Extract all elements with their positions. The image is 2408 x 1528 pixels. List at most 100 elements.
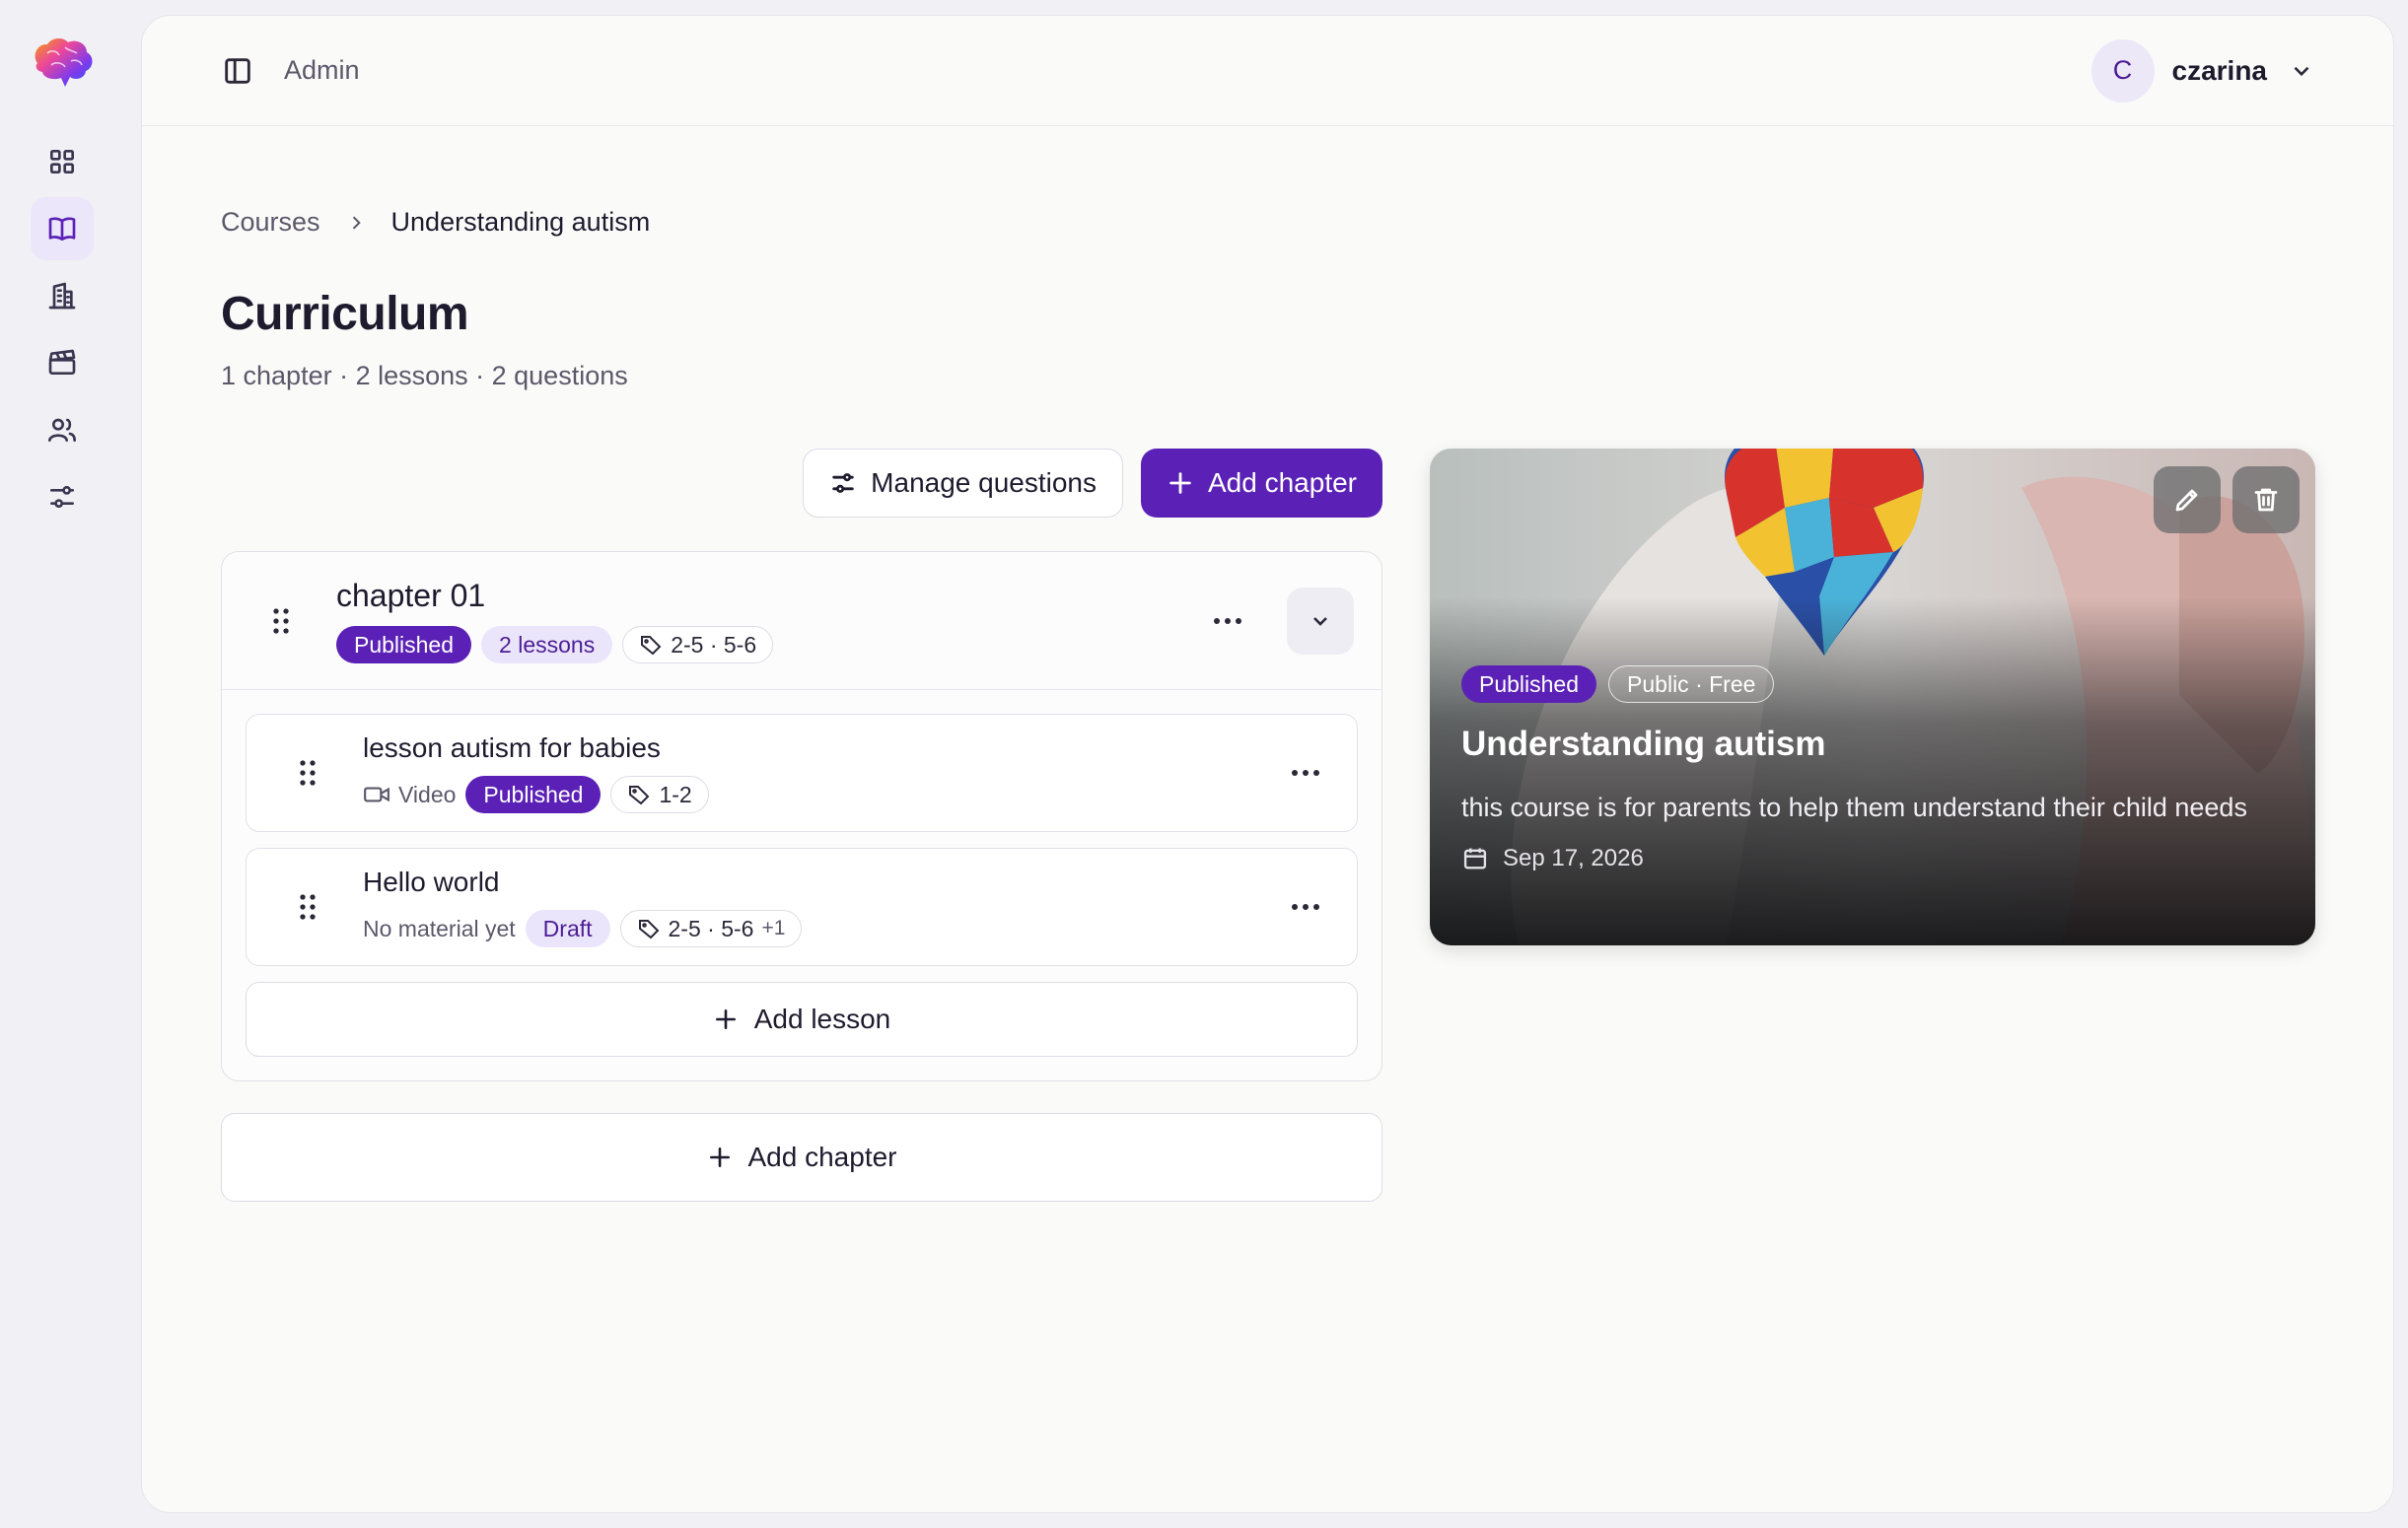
- lesson-drag-handle[interactable]: [296, 758, 319, 788]
- plus-icon: [1169, 472, 1191, 494]
- lesson-row[interactable]: Hello world No material yet Draft 2-5 · …: [246, 848, 1358, 966]
- nav-dashboard[interactable]: [31, 130, 94, 193]
- age-tag-label: 1-2: [659, 781, 692, 807]
- lesson-drag-handle[interactable]: [296, 892, 319, 922]
- course-card: Published Public · Free Understanding au…: [1430, 449, 2315, 945]
- breadcrumb-current: Understanding autism: [390, 207, 651, 237]
- lesson-material: Video: [363, 782, 456, 808]
- video-icon: [364, 787, 390, 802]
- brain-logo-icon[interactable]: [28, 34, 97, 91]
- manage-questions-label: Manage questions: [871, 467, 1097, 498]
- trash-icon: [2254, 488, 2278, 512]
- user-name: czarina: [2171, 54, 2268, 86]
- add-chapter-bottom-label: Add chapter: [747, 1142, 897, 1172]
- lesson-count-badge: 2 lessons: [481, 626, 613, 663]
- nav-organizations[interactable]: [31, 264, 94, 327]
- course-date-label: Sep 17, 2026: [1503, 845, 1644, 871]
- user-menu[interactable]: C czarina: [2090, 38, 2315, 103]
- chevron-down-icon: [1313, 616, 1327, 626]
- nav-users[interactable]: [31, 398, 94, 461]
- book-icon: [48, 217, 75, 241]
- drag-handle-icon: [300, 760, 316, 786]
- chevron-right-icon: [352, 215, 361, 230]
- chevron-down-icon: [2294, 66, 2309, 76]
- lesson-meta: Video Published 1-2: [363, 776, 709, 813]
- section-label: Admin: [284, 55, 360, 85]
- lesson-info: lesson autism for babies Video Published…: [363, 732, 709, 813]
- curriculum-summary: 1 chapter · 2 lessons · 2 questions: [221, 361, 628, 390]
- tag-icon: [641, 636, 662, 656]
- lesson-material-label: No material yet: [363, 915, 516, 941]
- more-horizontal-icon: [1214, 617, 1241, 624]
- course-visibility-badge: Public · Free: [1608, 665, 1775, 703]
- chapter-header: chapter 01 Published 2 lessons 2-5 · 5-6: [222, 552, 1381, 690]
- grid-icon: [49, 150, 74, 174]
- users-icon: [47, 418, 76, 442]
- more-horizontal-icon: [1292, 770, 1319, 776]
- status-badge: Published: [336, 626, 472, 663]
- lesson-title[interactable]: lesson autism for babies: [363, 732, 709, 764]
- chapter-more-button[interactable]: [1212, 617, 1243, 625]
- age-tag-label: 2-5 · 5-6: [671, 631, 757, 658]
- tag-icon: [629, 786, 650, 805]
- calendar-icon: [1463, 848, 1487, 869]
- age-tag-extra: +1: [761, 917, 786, 939]
- curriculum-column: Manage questions Add chapter chapter 01 …: [221, 449, 1382, 1202]
- building-icon: [48, 282, 75, 310]
- lesson-row[interactable]: lesson autism for babies Video Published…: [246, 714, 1358, 832]
- lesson-title[interactable]: Hello world: [363, 867, 802, 898]
- content: Courses Understanding autism Curriculum …: [221, 126, 2315, 1202]
- nav-media[interactable]: [31, 331, 94, 394]
- chapter-title[interactable]: chapter 01: [336, 578, 773, 614]
- delete-course-button[interactable]: [2232, 466, 2300, 533]
- add-chapter-bottom-button[interactable]: Add chapter: [221, 1113, 1382, 1202]
- page-title: Curriculum: [221, 288, 469, 340]
- breadcrumb-courses[interactable]: Courses: [221, 207, 320, 238]
- chapter-card: chapter 01 Published 2 lessons 2-5 · 5-6: [221, 551, 1382, 1081]
- plus-icon: [709, 1147, 730, 1167]
- chapter-drag-handle[interactable]: [269, 606, 293, 636]
- sidebar: [0, 0, 123, 1528]
- card-tools: [2154, 466, 2300, 533]
- nav-courses[interactable]: [30, 197, 94, 260]
- sidebar-toggle-button[interactable]: [221, 54, 254, 88]
- add-chapter-button[interactable]: Add chapter: [1141, 449, 1382, 518]
- card-body: Published Public · Free Understanding au…: [1461, 665, 2284, 872]
- course-date: Sep 17, 2026: [1461, 845, 2284, 872]
- top-bar: Admin C czarina: [142, 16, 2393, 126]
- chapter-collapse-button[interactable]: [1287, 587, 1354, 655]
- lesson-more-button[interactable]: [1290, 903, 1321, 911]
- drag-handle-icon: [300, 894, 316, 920]
- chapter-info: chapter 01 Published 2 lessons 2-5 · 5-6: [336, 578, 774, 663]
- avatar: C: [2090, 38, 2155, 103]
- age-tag-badge: 2-5 · 5-6 +1: [619, 910, 803, 947]
- lesson-info: Hello world No material yet Draft 2-5 · …: [363, 867, 803, 947]
- tag-icon: [638, 920, 659, 939]
- status-badge: Draft: [525, 910, 610, 947]
- main-panel: Admin C czarina Courses Understanding au…: [141, 15, 2394, 1513]
- lesson-more-button[interactable]: [1290, 769, 1321, 777]
- more-horizontal-icon: [1292, 904, 1319, 910]
- age-tag-badge: 1-2: [610, 776, 709, 813]
- age-tag-badge: 2-5 · 5-6: [622, 626, 774, 663]
- age-tag-label: 2-5 · 5-6: [668, 915, 754, 941]
- add-lesson-label: Add lesson: [753, 1004, 891, 1034]
- pencil-icon: [2175, 489, 2198, 512]
- chapter-tags: Published 2 lessons 2-5 · 5-6: [336, 626, 774, 663]
- add-lesson-button[interactable]: Add lesson: [246, 982, 1358, 1057]
- sliders-icon: [832, 473, 854, 493]
- manage-questions-button[interactable]: Manage questions: [803, 449, 1123, 518]
- status-badge: Published: [465, 776, 602, 813]
- plus-icon: [715, 1009, 736, 1029]
- lesson-material-label: Video: [398, 781, 457, 807]
- add-chapter-label: Add chapter: [1208, 467, 1357, 498]
- course-title: Understanding autism: [1461, 725, 1826, 763]
- course-description: this course is for parents to help them …: [1461, 793, 2247, 822]
- curriculum-actions: Manage questions Add chapter: [221, 449, 1382, 518]
- lesson-meta: No material yet Draft 2-5 · 5-6 +1: [363, 910, 803, 947]
- lesson-list: lesson autism for babies Video Published…: [222, 690, 1381, 1080]
- course-status-badge: Published: [1461, 665, 1597, 703]
- nav-settings[interactable]: [31, 465, 94, 528]
- sliders-icon: [49, 485, 74, 509]
- edit-course-button[interactable]: [2154, 466, 2221, 533]
